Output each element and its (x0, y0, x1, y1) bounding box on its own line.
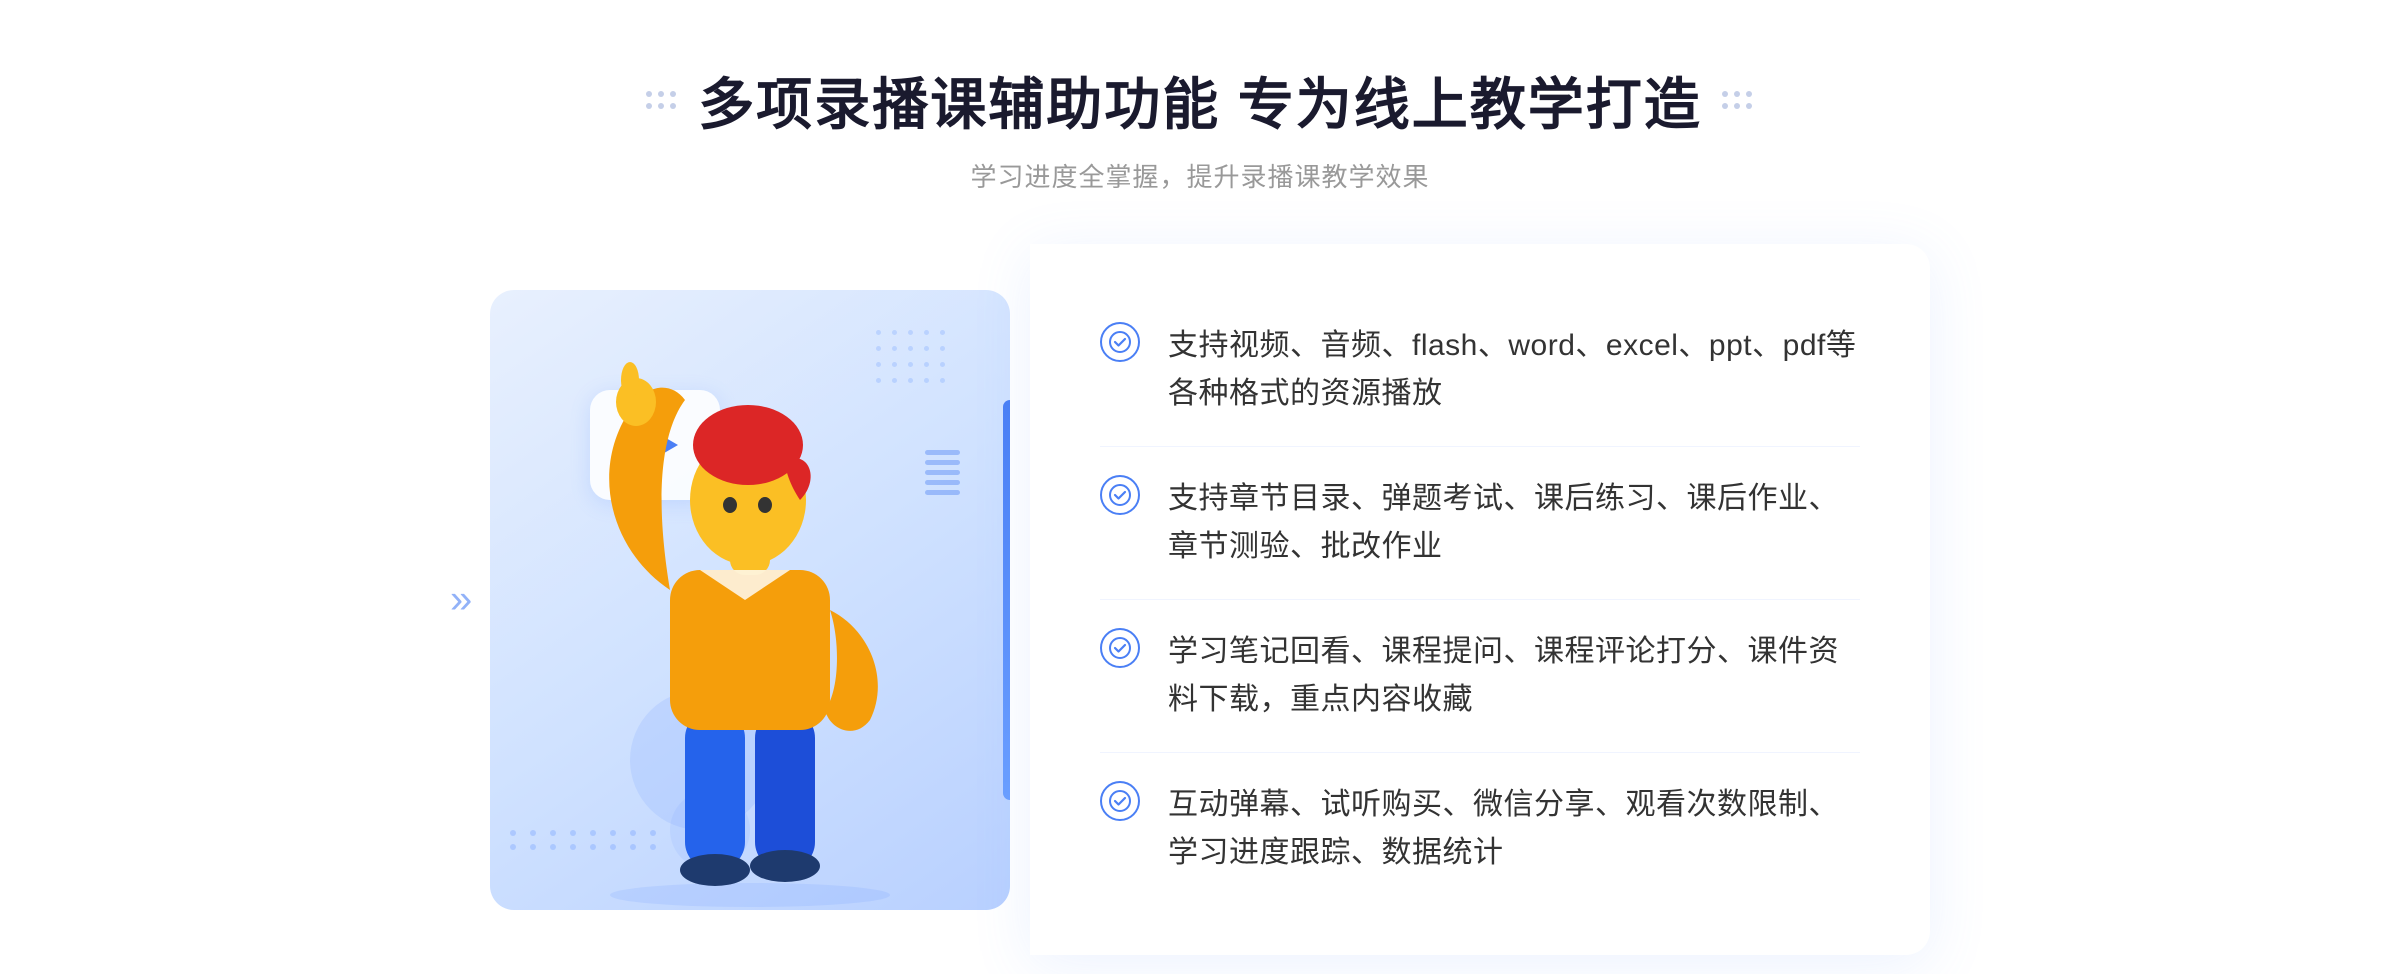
dot (1746, 103, 1752, 109)
page-title: 多项录播课辅助功能 专为线上教学打造 (698, 60, 1702, 141)
pattern-dot (510, 844, 516, 850)
illus-dot (924, 330, 929, 335)
feature-item-2: 支持章节目录、弹题考试、课后练习、课后作业、章节测验、批改作业 (1100, 447, 1860, 600)
feature-text-4: 互动弹幕、试听购买、微信分享、观看次数限制、学习进度跟踪、数据统计 (1168, 781, 1860, 877)
person-illustration (530, 350, 990, 910)
pattern-dot (510, 830, 516, 836)
dot (658, 103, 664, 109)
features-panel: 支持视频、音频、flash、word、excel、ppt、pdf等各种格式的资源… (1030, 244, 1930, 955)
feature-item-1: 支持视频、音频、flash、word、excel、ppt、pdf等各种格式的资源… (1100, 294, 1860, 447)
dot (1734, 103, 1740, 109)
dot (646, 91, 652, 97)
content-area: » (400, 244, 2000, 955)
illus-dot (908, 330, 913, 335)
title-dots-right (1722, 91, 1754, 111)
feature-item-3: 学习笔记回看、课程提问、课程评论打分、课件资料下载，重点内容收藏 (1100, 600, 1860, 753)
feature-text-1: 支持视频、音频、flash、word、excel、ppt、pdf等各种格式的资源… (1168, 322, 1860, 418)
dot (670, 91, 676, 97)
page-container: 多项录播课辅助功能 专为线上教学打造 学习进度全掌握，提升录播课教学效果 » (0, 0, 2400, 974)
illus-dot (876, 330, 881, 335)
dot (1734, 91, 1740, 97)
dot (670, 103, 676, 109)
illustration-background (490, 290, 1010, 910)
check-icon-4 (1100, 781, 1140, 821)
dot (658, 91, 664, 97)
check-icon-1 (1100, 322, 1140, 362)
feature-text-3: 学习笔记回看、课程提问、课程评论打分、课件资料下载，重点内容收藏 (1168, 628, 1860, 724)
illustration-wrapper (460, 260, 1040, 940)
illus-dot (940, 330, 945, 335)
feature-item-4: 互动弹幕、试听购买、微信分享、观看次数限制、学习进度跟踪、数据统计 (1100, 753, 1860, 905)
dot (646, 103, 652, 109)
title-row: 多项录播课辅助功能 专为线上教学打造 (646, 60, 1754, 141)
illus-dot (892, 330, 897, 335)
check-icon-2 (1100, 475, 1140, 515)
accent-bar (1003, 400, 1010, 800)
header-section: 多项录播课辅助功能 专为线上教学打造 学习进度全掌握，提升录播课教学效果 (646, 60, 1754, 194)
dot (1746, 91, 1752, 97)
feature-text-2: 支持章节目录、弹题考试、课后练习、课后作业、章节测验、批改作业 (1168, 475, 1860, 571)
check-icon-3 (1100, 628, 1140, 668)
page-subtitle: 学习进度全掌握，提升录播课教学效果 (646, 157, 1754, 194)
dot (1722, 91, 1728, 97)
dot (1722, 103, 1728, 109)
title-dots-left (646, 91, 678, 111)
